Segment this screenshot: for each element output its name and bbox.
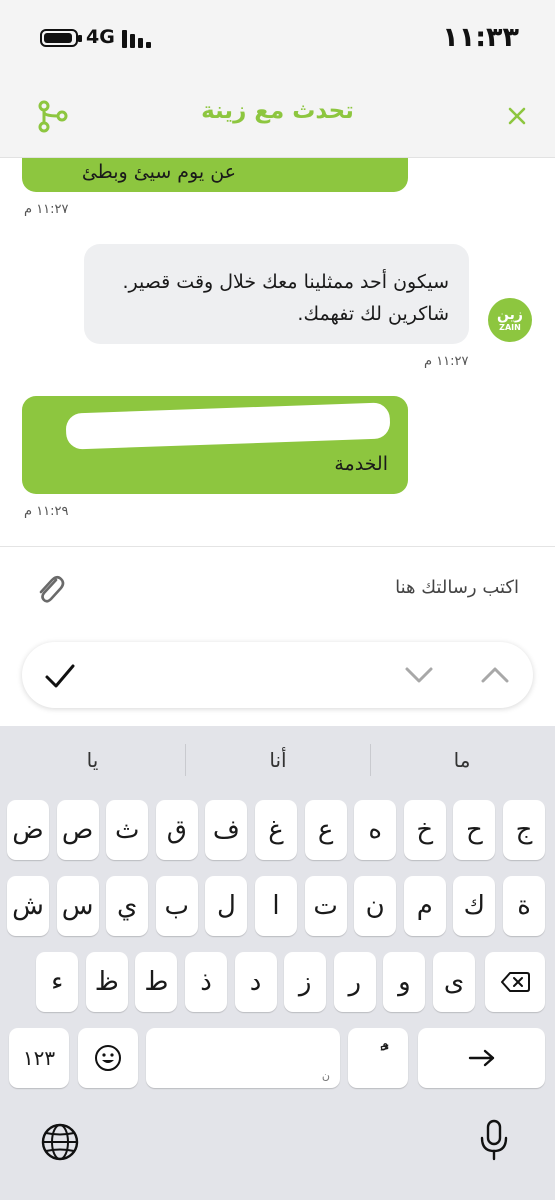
- attach-button[interactable]: [34, 571, 66, 607]
- key-letter[interactable]: ض: [7, 800, 49, 860]
- suggestion-divider: [370, 744, 371, 776]
- keyboard: ما أنا يا ١٢٣ ن ًٌ: [0, 726, 555, 1200]
- emoji-key[interactable]: [78, 1028, 138, 1088]
- key-letter[interactable]: ث: [106, 800, 149, 860]
- key-letter[interactable]: د: [234, 952, 277, 1012]
- key-letter[interactable]: ه: [354, 800, 397, 860]
- message-text: سيكون أحد ممثلينا معك خلال وقت قصير. شاك…: [122, 271, 449, 325]
- key-letter[interactable]: و: [383, 952, 426, 1012]
- key-letter[interactable]: م: [403, 876, 446, 936]
- key-letter[interactable]: ش: [7, 876, 49, 936]
- key-letter[interactable]: ف: [205, 800, 248, 860]
- close-button[interactable]: [501, 100, 533, 132]
- done-button[interactable]: [42, 658, 78, 694]
- backspace-key[interactable]: [485, 952, 545, 1012]
- globe-icon: [41, 1123, 79, 1161]
- message-text: عن يوم سيئ وبطئ: [81, 161, 236, 183]
- key-letter[interactable]: ط: [135, 952, 178, 1012]
- status-bar: 4G ١١:٣٣: [0, 0, 555, 78]
- chat-messages[interactable]: عن يوم سيئ وبطئ ١١:٢٧ م سيكون أحد ممثلين…: [0, 158, 555, 546]
- key-letter[interactable]: ة: [503, 876, 545, 936]
- message-text: الخدمة: [334, 453, 388, 475]
- key-letter[interactable]: ز: [284, 952, 327, 1012]
- key-letter[interactable]: ظ: [85, 952, 128, 1012]
- key-letter[interactable]: خ: [403, 800, 446, 860]
- key-letter[interactable]: ص: [56, 800, 99, 860]
- backspace-icon: [501, 972, 530, 992]
- chevron-up-icon: [481, 667, 509, 683]
- previous-field-button[interactable]: [480, 664, 510, 686]
- key-letter[interactable]: ء: [36, 952, 79, 1012]
- dictation-button[interactable]: [478, 1118, 510, 1162]
- microphone-icon: [480, 1119, 508, 1161]
- key-letter[interactable]: ى: [433, 952, 475, 1012]
- return-arrow-icon: [468, 1049, 494, 1067]
- key-letter[interactable]: س: [56, 876, 99, 936]
- page-title: تحدث مع زينة: [201, 98, 354, 124]
- next-field-button[interactable]: [404, 664, 434, 686]
- key-letter[interactable]: ك: [453, 876, 496, 936]
- message-composer: اكتب رسالتك هنا: [0, 546, 555, 626]
- key-letter[interactable]: ت: [304, 876, 347, 936]
- numbers-key[interactable]: ١٢٣: [9, 1028, 69, 1088]
- key-letter[interactable]: غ: [255, 800, 297, 860]
- key-letter[interactable]: ا: [255, 876, 297, 936]
- key-letter[interactable]: ي: [106, 876, 149, 936]
- enter-key[interactable]: [418, 1028, 545, 1088]
- space-key[interactable]: ن: [146, 1028, 340, 1088]
- message-input[interactable]: اكتب رسالتك هنا: [119, 577, 519, 598]
- message-bubble-user: عن يوم سيئ وبطئ: [22, 158, 408, 192]
- suggestion-item[interactable]: يا: [0, 740, 185, 780]
- close-icon: [508, 107, 526, 125]
- battery-icon: [40, 29, 82, 47]
- message-bubble-agent: سيكون أحد ممثلينا معك خلال وقت قصير. شاك…: [84, 244, 469, 344]
- language-switch-button[interactable]: [40, 1122, 80, 1162]
- suggestion-divider: [185, 744, 186, 776]
- key-letter[interactable]: ن: [354, 876, 397, 936]
- key-letter[interactable]: ذ: [185, 952, 227, 1012]
- key-letter[interactable]: ب: [155, 876, 198, 936]
- signal-icon: [122, 28, 152, 48]
- key-letter[interactable]: ل: [205, 876, 248, 936]
- chat-header: تحدث مع زينة: [0, 78, 555, 158]
- network-type: 4G: [86, 26, 115, 48]
- key-letter[interactable]: ح: [453, 800, 496, 860]
- chevron-down-icon: [405, 667, 433, 683]
- message-time: ١١:٢٧ م: [424, 354, 469, 369]
- emoji-icon: [95, 1045, 121, 1071]
- suggestion-item[interactable]: أنا: [186, 740, 370, 780]
- key-letter[interactable]: ر: [333, 952, 376, 1012]
- agent-avatar: زين ZAIN: [488, 298, 532, 342]
- message-time: ١١:٢٧ م: [24, 202, 69, 217]
- status-time: ١١:٣٣: [442, 22, 519, 53]
- input-toolbar: [22, 642, 533, 708]
- diacritics-key[interactable]: ًٌ: [348, 1028, 408, 1088]
- key-letter[interactable]: ق: [155, 800, 198, 860]
- suggestion-item[interactable]: ما: [372, 740, 552, 780]
- checkmark-icon: [45, 664, 75, 688]
- message-time: ١١:٢٩ م: [24, 504, 69, 519]
- key-letter[interactable]: ج: [503, 800, 545, 860]
- paperclip-icon: [39, 575, 65, 603]
- key-letter[interactable]: ع: [304, 800, 347, 860]
